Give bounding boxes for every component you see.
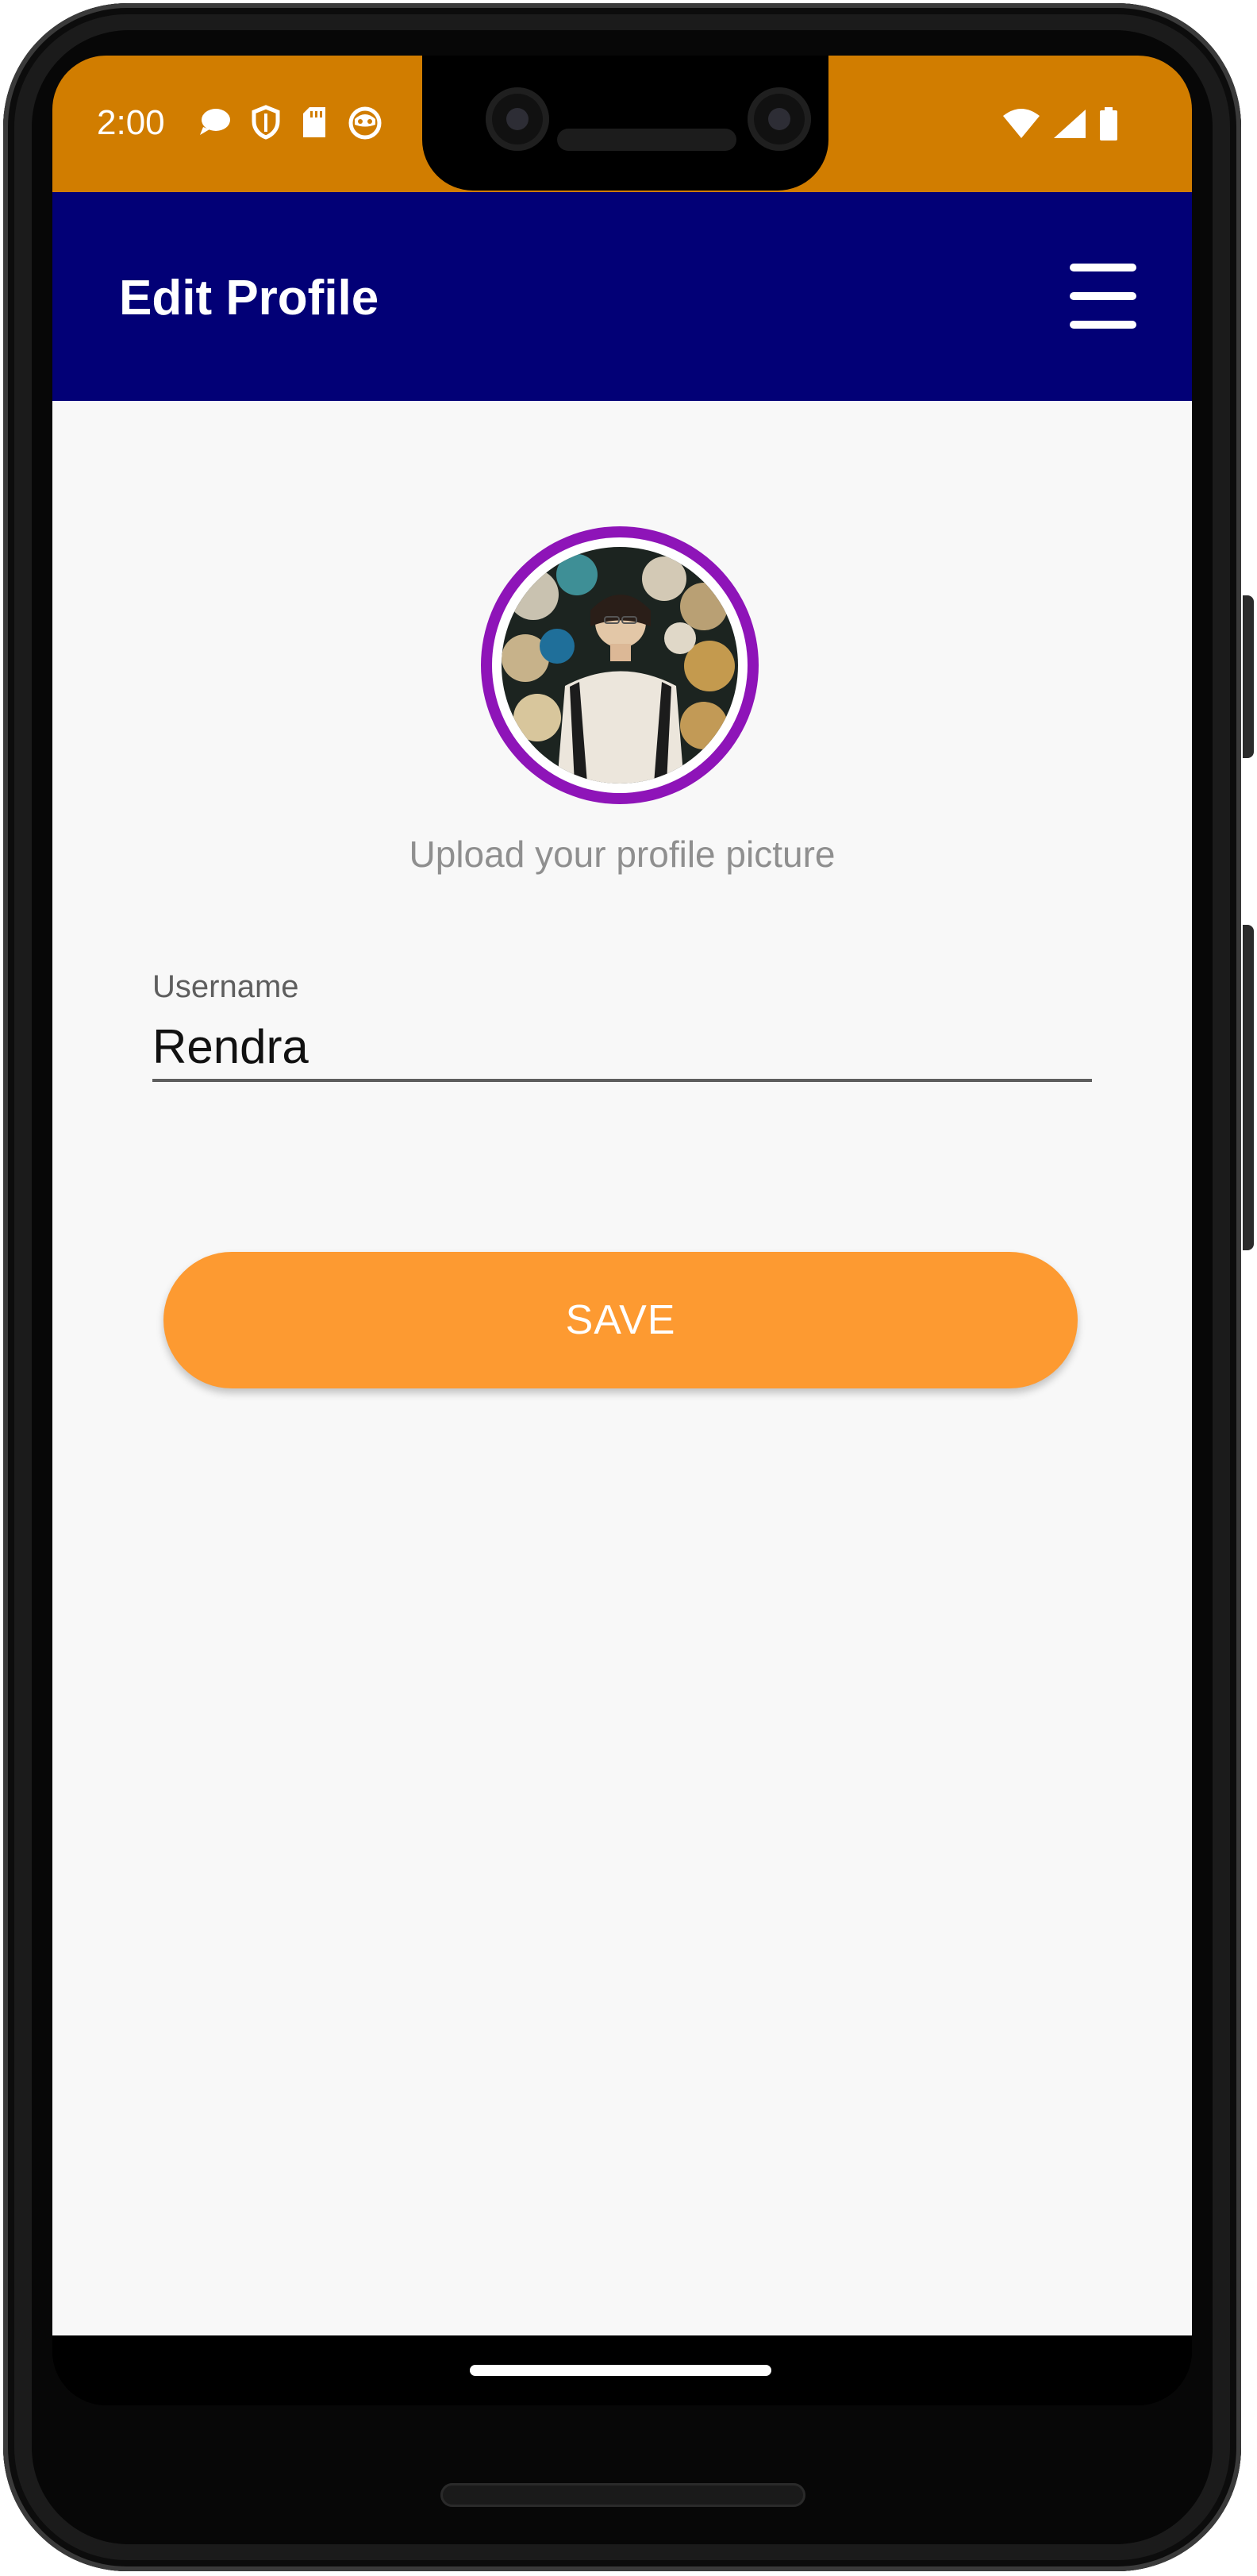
avatar (492, 537, 748, 793)
earpiece-speaker (557, 129, 736, 151)
notification-icons (197, 105, 382, 140)
username-field[interactable] (152, 1014, 1092, 1082)
sd-card-icon (300, 105, 329, 140)
upload-caption[interactable]: Upload your profile picture (52, 833, 1192, 876)
username-label: Username (152, 969, 299, 1004)
cellular-signal-icon (1052, 108, 1087, 140)
home-gesture-bar[interactable] (470, 2365, 771, 2376)
front-sensor-icon (748, 87, 811, 151)
volume-button (1243, 925, 1254, 1250)
wifi-icon (1001, 108, 1041, 140)
status-time: 2:00 (97, 103, 165, 142)
app-bar: Edit Profile (52, 192, 1192, 401)
avatar-upload[interactable] (481, 526, 759, 804)
bottom-speaker-grille (440, 2483, 805, 2507)
save-button[interactable]: SAVE (163, 1252, 1078, 1388)
power-button (1243, 595, 1254, 758)
system-status-icons (1001, 106, 1119, 141)
navigation-bar (52, 2335, 1192, 2405)
cat-face-icon (348, 105, 382, 140)
hamburger-menu-icon[interactable] (1070, 264, 1140, 330)
chat-bubble-icon (197, 106, 232, 138)
shield-icon (251, 105, 281, 140)
camera-notch (422, 56, 828, 191)
battery-icon (1098, 106, 1119, 141)
page-title: Edit Profile (119, 271, 379, 325)
screen: 2:00 Edit Profile Upload your profile pi… (52, 56, 1192, 2405)
edit-profile-content: Upload your profile picture Username SAV… (52, 401, 1192, 2335)
front-camera-icon (486, 87, 549, 151)
profile-photo-icon (502, 547, 738, 784)
